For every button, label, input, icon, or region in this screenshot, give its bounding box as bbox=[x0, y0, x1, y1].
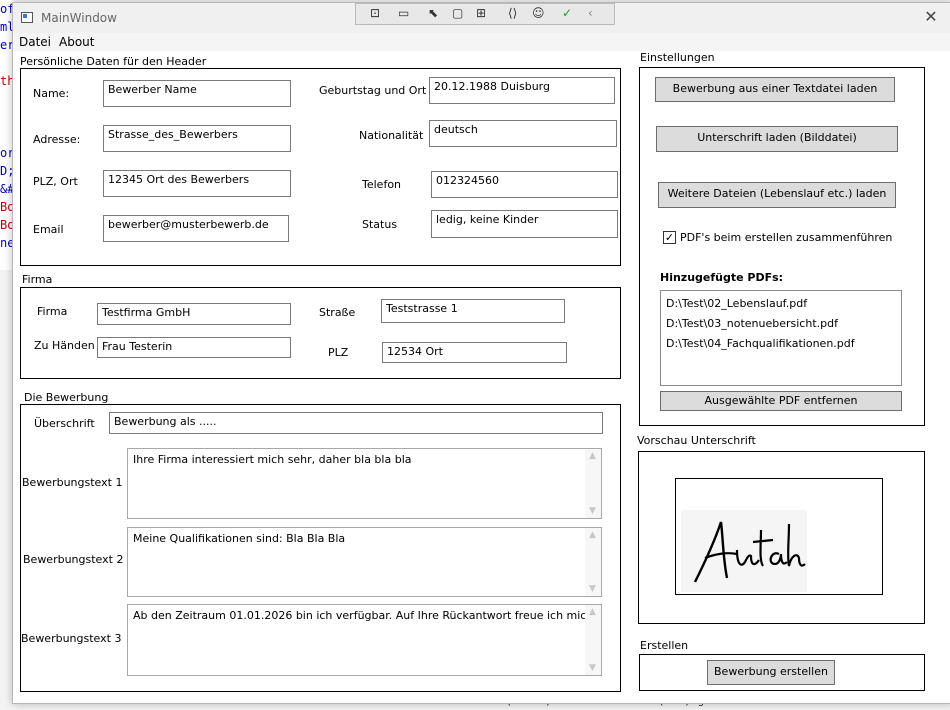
debug-toolbar: ⊡ ▭ ⬉ ▢ ⊞ ⟨⟩ ☺ ✓ ‹ bbox=[355, 3, 615, 25]
phone-label: Telefon bbox=[362, 178, 402, 191]
nationality-field[interactable]: deutsch bbox=[429, 120, 617, 147]
load-signature-button[interactable]: Unterschrift laden (Bilddatei) bbox=[656, 126, 898, 152]
signature-image bbox=[681, 510, 807, 592]
company-plz-field[interactable]: 12534 Ort bbox=[382, 342, 567, 363]
address-label: Adresse: bbox=[33, 133, 81, 146]
square-icon[interactable]: ▢ bbox=[452, 6, 463, 20]
text3-value: Ab den Zeitraum 01.01.2026 bin ich verfü… bbox=[133, 609, 602, 622]
menu-item-datei[interactable]: Datei bbox=[19, 35, 51, 49]
firma-label: Firma bbox=[37, 305, 68, 318]
signature-drawing bbox=[693, 521, 806, 583]
load-files-button[interactable]: Weitere Dateien (Lebenslauf etc.) laden bbox=[658, 182, 896, 208]
accessibility-icon[interactable]: ☺ bbox=[532, 6, 545, 20]
name-field[interactable]: Bewerber Name bbox=[103, 80, 291, 107]
phone-field[interactable]: 012324560 bbox=[431, 171, 618, 198]
text3-label: Bewerbungstext 3 bbox=[21, 632, 122, 645]
application-group-label: Die Bewerbung bbox=[24, 391, 109, 404]
text3-scrollbar[interactable]: ▲ ▼ bbox=[585, 605, 601, 675]
pdfs-heading: Hinzugefügte PDFs: bbox=[660, 271, 784, 284]
firma-field[interactable]: Testfirma GmbH bbox=[97, 303, 291, 325]
attn-field[interactable]: Frau Testerin bbox=[97, 337, 291, 358]
subject-label: Überschrift bbox=[34, 417, 95, 430]
birth-label: Geburtstag und Ort bbox=[319, 84, 427, 97]
status-label: Status bbox=[362, 218, 398, 231]
email-field[interactable]: bewerber@musterbewerb.de bbox=[103, 215, 289, 242]
list-item[interactable]: D:\Test\03_notenuebersicht.pdf bbox=[666, 314, 896, 334]
pdf-list[interactable]: D:\Test\02_Lebenslauf.pdf D:\Test\03_not… bbox=[660, 290, 902, 386]
settings-group-label: Einstellungen bbox=[640, 51, 715, 64]
create-group-label: Erstellen bbox=[640, 639, 689, 652]
text1-area[interactable]: Ihre Firma interessiert mich sehr, daher… bbox=[127, 448, 602, 519]
list-item[interactable]: D:\Test\02_Lebenslauf.pdf bbox=[666, 294, 896, 314]
text1-scrollbar[interactable]: ▲ ▼ bbox=[585, 449, 601, 518]
company-plz-label: PLZ bbox=[328, 346, 349, 359]
scroll-up-icon[interactable]: ▲ bbox=[589, 530, 596, 540]
collapse-icon[interactable]: ‹ bbox=[588, 6, 593, 20]
subject-field[interactable]: Bewerbung als ..... bbox=[109, 412, 603, 434]
text2-value: Meine Qualifikationen sind: Bla Bla Bla bbox=[133, 532, 346, 545]
attn-label: Zu Händen bbox=[34, 339, 95, 352]
menu-bar: Datei About bbox=[13, 33, 950, 51]
nationality-label: Nationalität bbox=[359, 129, 424, 142]
merge-checkbox[interactable]: ✓ bbox=[663, 231, 676, 244]
scroll-down-icon[interactable]: ▼ bbox=[589, 663, 596, 673]
create-button[interactable]: Bewerbung erstellen bbox=[707, 660, 835, 685]
app-icon bbox=[21, 12, 33, 23]
list-item[interactable]: D:\Test\04_Fachqualifikationen.pdf bbox=[666, 334, 896, 354]
load-text-button[interactable]: Bewerbung aus einer Textdatei laden bbox=[655, 77, 895, 102]
personal-group-label: Persönliche Daten für den Header bbox=[20, 55, 207, 68]
merge-checkbox-label[interactable]: PDF's beim erstellen zusammenführen bbox=[680, 231, 892, 244]
camera-icon[interactable]: ▭ bbox=[398, 6, 409, 20]
main-window: MainWindow ⊡ ▭ ⬉ ▢ ⊞ ⟨⟩ ☺ ✓ ‹ ✕ Datei Ab… bbox=[12, 2, 950, 704]
text2-scrollbar[interactable]: ▲ ▼ bbox=[585, 528, 601, 596]
remove-pdf-button[interactable]: Ausgewählte PDF entfernen bbox=[660, 391, 902, 411]
plz-field[interactable]: 12345 Ort des Bewerbers bbox=[103, 170, 291, 197]
text2-label: Bewerbungstext 2 bbox=[23, 553, 124, 566]
title-bar[interactable]: MainWindow ⊡ ▭ ⬉ ▢ ⊞ ⟨⟩ ☺ ✓ ‹ ✕ bbox=[13, 3, 950, 33]
close-icon[interactable]: ✕ bbox=[921, 7, 941, 26]
check-icon[interactable]: ✓ bbox=[562, 6, 572, 20]
address-field[interactable]: Strasse_des_Bewerbers bbox=[103, 125, 291, 152]
name-label: Name: bbox=[33, 87, 70, 100]
scroll-up-icon[interactable]: ▲ bbox=[589, 451, 596, 461]
birth-field[interactable]: 20.12.1988 Duisburg bbox=[429, 77, 615, 104]
binding-icon[interactable]: ⟨⟩ bbox=[508, 6, 517, 20]
pointer-icon[interactable]: ⬉ bbox=[428, 6, 438, 20]
select-element-icon[interactable]: ⊡ bbox=[370, 6, 380, 20]
text1-value: Ihre Firma interessiert mich sehr, daher… bbox=[133, 453, 412, 466]
scroll-up-icon[interactable]: ▲ bbox=[589, 607, 596, 617]
plz-label: PLZ, Ort bbox=[33, 175, 78, 188]
signature-group-label: Vorschau Unterschrift bbox=[637, 434, 756, 447]
email-label: Email bbox=[33, 223, 64, 236]
layout-icon[interactable]: ⊞ bbox=[476, 6, 486, 20]
signature-frame bbox=[675, 478, 883, 595]
status-field[interactable]: ledig, keine Kinder bbox=[431, 210, 618, 238]
street-label: Straße bbox=[319, 306, 356, 319]
street-field[interactable]: Teststrasse 1 bbox=[381, 299, 565, 323]
scroll-down-icon[interactable]: ▼ bbox=[589, 506, 596, 516]
company-group-label: Firma bbox=[22, 273, 53, 286]
text1-label: Bewerbungstext 1 bbox=[22, 476, 123, 489]
text3-area[interactable]: Ab den Zeitraum 01.01.2026 bin ich verfü… bbox=[127, 604, 602, 676]
scroll-down-icon[interactable]: ▼ bbox=[589, 584, 596, 594]
menu-item-about[interactable]: About bbox=[59, 35, 94, 49]
window-title: MainWindow bbox=[41, 11, 117, 25]
text2-area[interactable]: Meine Qualifikationen sind: Bla Bla Bla … bbox=[127, 527, 602, 597]
checkmark-icon: ✓ bbox=[664, 231, 675, 244]
